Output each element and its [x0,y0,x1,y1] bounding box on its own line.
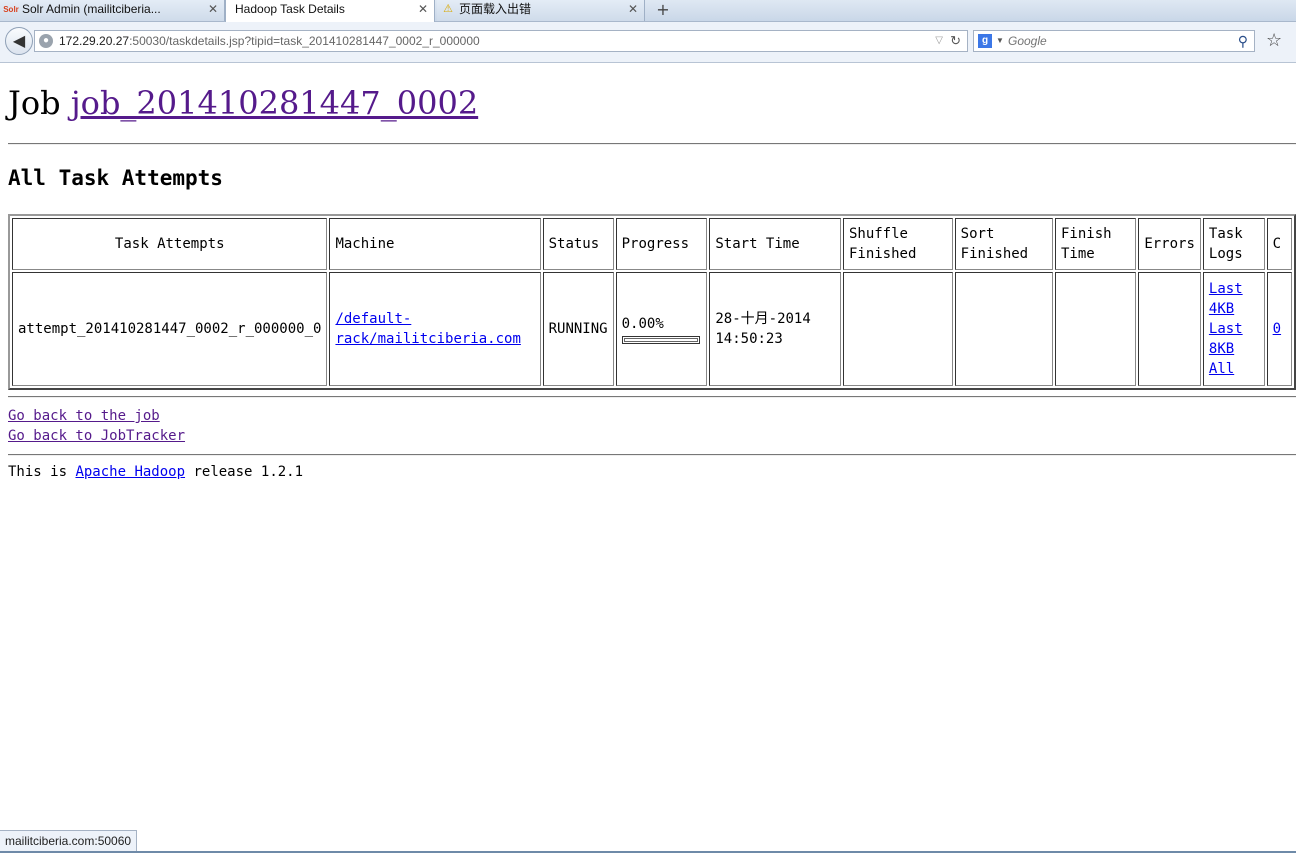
bookmark-star-icon[interactable]: ☆ [1266,30,1282,52]
close-icon[interactable]: ✕ [208,0,218,18]
cell-status: RUNNING [542,272,614,386]
header-shuffle-finished: Shuffle Finished [842,218,953,270]
warning-icon: ⚠ [443,3,453,15]
cell-counters: 0 [1266,272,1292,386]
header-machine: Machine [329,218,541,270]
search-bar[interactable]: g ▼ ⚲ [973,30,1255,52]
cell-start-time: 28-十月-2014 14:50:23 [709,272,841,386]
status-bar: mailitciberia.com:50060 [0,830,138,853]
divider [8,143,1296,145]
header-finish-time: Finish Time [1054,218,1137,270]
header-task-attempts: Task Attempts [12,218,328,270]
history-dropdown-icon[interactable]: ▽ [935,31,943,51]
tab-title: Hadoop Task Details [235,2,345,16]
cell-progress: 0.00% [615,272,708,386]
back-to-jobtracker-link[interactable]: Go back to JobTracker [8,426,185,446]
close-icon[interactable]: ✕ [418,0,428,18]
close-icon[interactable]: ✕ [628,0,638,18]
tab-solr-admin[interactable]: Solr Solr Admin (mailitciberia... ✕ [0,0,225,21]
search-input[interactable] [1008,32,1208,50]
task-attempts-table: Task Attempts Machine Status Progress St… [8,214,1296,390]
header-errors: Errors [1138,218,1201,270]
navigation-bar: ◀ ● 172.29.20.27:50030/taskdetails.jsp?t… [0,22,1296,63]
header-task-logs: Task Logs [1202,218,1265,270]
navigation-links: Go back to the job Go back to JobTracker [8,406,185,446]
tab-strip: Solr Solr Admin (mailitciberia... ✕ Hado… [0,0,1296,22]
cell-sort-finished [954,272,1053,386]
reload-icon[interactable]: ↻ [950,31,961,51]
solr-icon: Solr [3,5,19,14]
table-row: attempt_201410281447_0002_r_000000_0 /de… [12,272,1292,386]
tab-title: Solr Admin (mailitciberia... [22,2,161,16]
progress-bar [621,336,700,344]
cell-errors [1138,272,1201,386]
url-bar[interactable]: ● 172.29.20.27:50030/taskdetails.jsp?tip… [34,30,968,52]
header-progress: Progress [615,218,708,270]
divider [8,454,1296,456]
section-title: All Task Attempts [8,166,223,190]
cell-machine: /default-rack/mailitciberia.com [329,272,541,386]
cell-finish-time [1054,272,1137,386]
header-start-time: Start Time [709,218,841,270]
header-sort-finished: Sort Finished [954,218,1053,270]
header-status: Status [542,218,614,270]
header-counters: C [1266,218,1292,270]
job-link[interactable]: job_201410281447_0002 [71,84,478,122]
google-icon[interactable]: g [978,34,992,48]
progress-text: 0.00% [621,316,664,332]
log-link-all[interactable]: All [1209,359,1259,379]
back-to-job-link[interactable]: Go back to the job [8,406,185,426]
divider [8,396,1296,398]
log-link-last-4kb[interactable]: Last 4KB [1209,279,1259,319]
apache-hadoop-link[interactable]: Apache Hadoop [75,464,185,480]
tab-title: 页面载入出错 [459,2,532,16]
counters-link[interactable]: 0 [1273,321,1281,337]
cell-shuffle-finished [842,272,953,386]
cell-attempt: attempt_201410281447_0002_r_000000_0 [12,272,328,386]
back-arrow-icon: ◀ [12,31,26,50]
page-title: Job job_201410281447_0002 [8,84,478,122]
site-identity-icon[interactable]: ● [39,34,53,48]
job-label: Job [8,84,61,122]
machine-link[interactable]: /default-rack/mailitciberia.com [335,311,520,347]
cell-task-logs: Last 4KB Last 8KB All [1202,272,1265,386]
footer: This is Apache Hadoop release 1.2.1 [8,464,303,480]
tab-hadoop-task-details[interactable]: Hadoop Task Details ✕ [225,0,435,22]
chevron-down-icon[interactable]: ▼ [996,31,1004,51]
search-go-icon[interactable]: ⚲ [1238,31,1248,51]
new-tab-button[interactable]: + [652,0,674,21]
back-button[interactable]: ◀ [5,27,33,55]
tab-page-load-error[interactable]: ⚠ 页面载入出错 ✕ [437,0,645,21]
footer-suffix: release 1.2.1 [193,464,304,480]
footer-prefix: This is [8,464,68,480]
url-text: 172.29.20.27:50030/taskdetails.jsp?tipid… [59,34,480,48]
log-link-last-8kb[interactable]: Last 8KB [1209,319,1259,359]
table-header-row: Task Attempts Machine Status Progress St… [12,218,1292,270]
